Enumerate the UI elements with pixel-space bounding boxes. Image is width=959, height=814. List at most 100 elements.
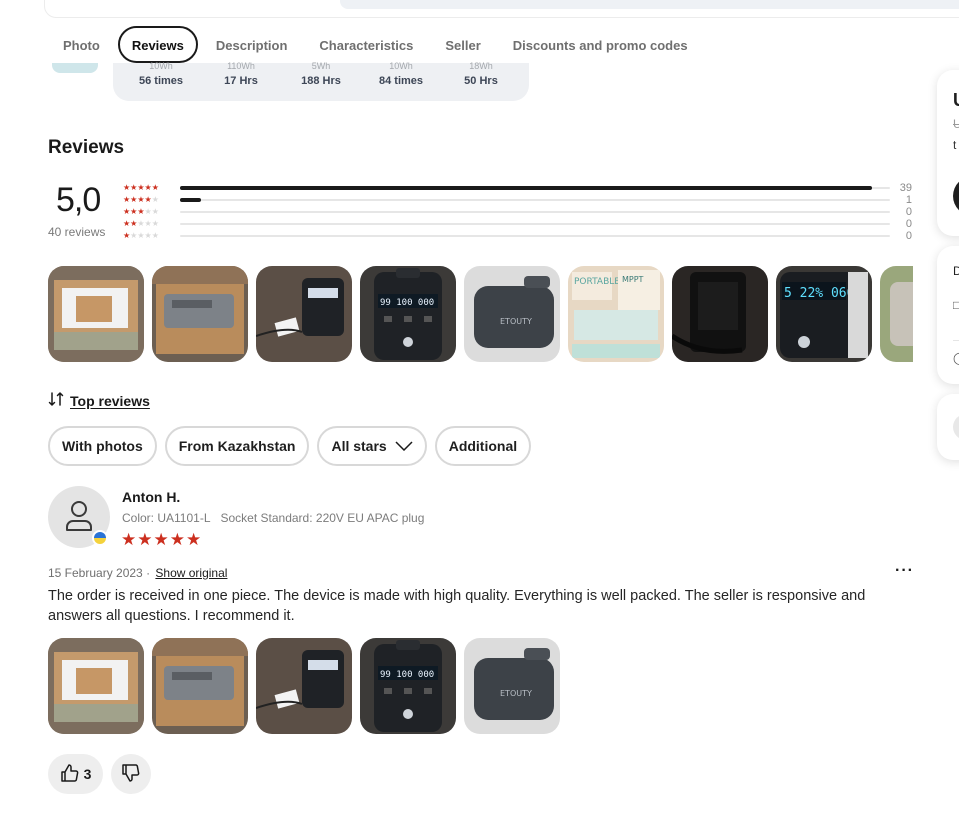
- shield-icon: ◯: [953, 351, 959, 365]
- rating-bar: [180, 235, 890, 237]
- thumbs-up-icon: [60, 763, 80, 786]
- svg-text:PORTABLE: PORTABLE: [574, 277, 620, 287]
- review-photo[interactable]: 99 100 000: [360, 266, 456, 362]
- review-photo[interactable]: ETOUTY: [464, 266, 560, 362]
- avatar: [48, 486, 110, 548]
- reviews-heading: Reviews: [48, 137, 125, 158]
- svg-text:ETOUTY: ETOUTY: [500, 317, 532, 326]
- review-photo[interactable]: PORTABLE MPPT: [568, 266, 664, 362]
- review-photo[interactable]: [880, 266, 913, 362]
- filter-all-stars[interactable]: All stars: [317, 426, 427, 466]
- price-panel: U U t: [937, 70, 959, 236]
- rating-bar-fill: [180, 198, 202, 202]
- sort-control[interactable]: Top reviews: [48, 391, 150, 410]
- box-icon: □: [953, 298, 959, 312]
- svg-text:ETOUTY: ETOUTY: [500, 689, 532, 698]
- star-icon: ★: [121, 530, 138, 549]
- rating-row-count: 39: [899, 182, 912, 194]
- svg-text:99 100 000: 99 100 000: [380, 298, 434, 308]
- usage-stat: 5Wh 188 Hrs: [301, 62, 341, 87]
- review-author: Anton H.: [122, 489, 181, 505]
- rating-distribution: ★★★★★ 39 ★★★★★ 1 ★★★★★ 0 ★★★★★ 0 ★★★★★ 0: [123, 182, 915, 242]
- variant-socket: Socket Standard: 220V EU APAC plug: [220, 511, 425, 525]
- usage-stat: 10Wh 56 times: [138, 62, 184, 87]
- dislike-button[interactable]: [111, 754, 151, 794]
- show-original-link[interactable]: Show original: [155, 566, 227, 580]
- usage-stat: 10Wh 84 times: [378, 62, 424, 87]
- user-icon: [65, 500, 93, 537]
- rating-row-count: 0: [905, 206, 912, 218]
- divider: [953, 340, 959, 341]
- country-flag-icon: [92, 530, 108, 546]
- sort-label[interactable]: Top reviews: [70, 393, 150, 409]
- review-photo[interactable]: [256, 266, 352, 362]
- chevron-down-icon: [395, 438, 413, 454]
- rating-row-4[interactable]: ★★★★★ 1: [123, 194, 915, 206]
- star-icon: ★: [169, 530, 186, 549]
- filter-with-photos[interactable]: With photos: [48, 426, 157, 466]
- star-icon: ★: [137, 530, 154, 549]
- review-photo[interactable]: [48, 266, 144, 362]
- old-price: U: [953, 117, 959, 131]
- rating-bar: [180, 223, 890, 225]
- review-photo[interactable]: 5 22% 060: [776, 266, 872, 362]
- stats-thumbnail: [52, 63, 98, 73]
- sort-icon: [48, 391, 64, 410]
- tab-photo[interactable]: Photo: [48, 26, 116, 63]
- price-note: t: [953, 138, 957, 152]
- star-icon: ★: [153, 530, 170, 549]
- tab-seller[interactable]: Seller: [429, 26, 496, 63]
- review-photo[interactable]: 99 100 000: [360, 638, 456, 734]
- rating-row-1[interactable]: ★★★★★ 0: [123, 230, 915, 242]
- review-variant: Color: UA1101-L Socket Standard: 220V EU …: [122, 511, 424, 525]
- delivery-panel: D □ ◯: [937, 246, 959, 384]
- filter-from-kazakhstan[interactable]: From Kazakhstan: [164, 426, 310, 466]
- usage-stat: 18Wh 50 Hrs: [464, 62, 498, 87]
- reviews-count: 40 reviews: [48, 225, 106, 239]
- thumbs-down-icon: [121, 763, 141, 786]
- tab-reviews[interactable]: Reviews: [117, 26, 198, 63]
- rating-bar: [180, 186, 890, 190]
- review-photo[interactable]: [256, 638, 352, 734]
- rating-bar: [180, 198, 890, 202]
- tab-characteristics[interactable]: Characteristics: [303, 26, 429, 63]
- review-photos-strip: 99 100 000 ETOUTY PORTABLE MPPT 5 22% 060: [48, 266, 913, 362]
- like-count: 3: [83, 766, 92, 782]
- star-icon: ★★★★★: [123, 207, 159, 216]
- usage-stats: 10Wh 56 times 110Wh 17 Hrs 5Wh 188 Hrs 10Wh…: [113, 62, 529, 101]
- like-button[interactable]: 3: [48, 754, 103, 794]
- rating-row-count: 1: [905, 194, 912, 206]
- review-filters: With photos From Kazakhstan All stars Ad…: [48, 426, 532, 466]
- delivery-title: D: [953, 264, 959, 278]
- review-text: The order is received in one piece. The …: [48, 588, 866, 624]
- usage-stat: 110Wh 17 Hrs: [224, 62, 258, 87]
- buy-button[interactable]: [953, 176, 959, 216]
- filter-additional[interactable]: Additional: [434, 426, 532, 466]
- average-rating: 5,0: [56, 181, 101, 219]
- rating-bar-fill: [180, 186, 873, 190]
- seller-avatar[interactable]: [953, 414, 959, 440]
- product-tabs: Photo Reviews Description Characteristic…: [48, 26, 704, 63]
- tab-discounts[interactable]: Discounts and promo codes: [497, 26, 704, 63]
- star-icon: ★★★★★: [123, 219, 159, 228]
- star-icon: ★★★★★: [123, 231, 159, 240]
- header-strip: [340, 0, 959, 9]
- svg-text:5 22% 060: 5 22% 060: [784, 286, 854, 301]
- tab-description[interactable]: Description: [200, 26, 304, 63]
- review-rating-stars: ★★★★★: [121, 530, 202, 550]
- rating-row-5[interactable]: ★★★★★ 39: [123, 182, 915, 194]
- more-options-icon[interactable]: ···: [895, 562, 914, 580]
- price-title: U: [953, 90, 959, 111]
- variant-color: Color: UA1101-L: [122, 511, 211, 525]
- svg-text:MPPT: MPPT: [622, 275, 644, 284]
- review-photo[interactable]: [48, 638, 144, 734]
- star-icon: ★★★★★: [123, 195, 159, 204]
- review-photo[interactable]: [152, 266, 248, 362]
- review-photo[interactable]: [672, 266, 768, 362]
- star-icon: ★: [186, 530, 203, 549]
- rating-row-2[interactable]: ★★★★★ 0: [123, 218, 915, 230]
- rating-row-3[interactable]: ★★★★★ 0: [123, 206, 915, 218]
- review-photo[interactable]: [152, 638, 248, 734]
- svg-text:99 100 000: 99 100 000: [380, 670, 434, 680]
- review-photo[interactable]: ETOUTY: [464, 638, 560, 734]
